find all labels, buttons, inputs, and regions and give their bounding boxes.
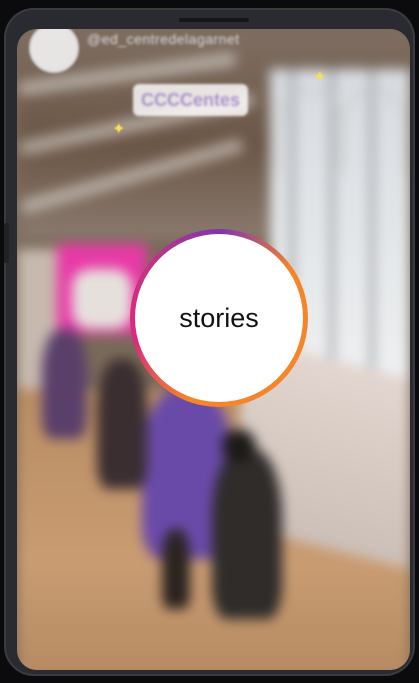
stories-ring[interactable]: stories xyxy=(130,229,308,407)
window-arch xyxy=(275,89,343,173)
person-legs xyxy=(162,529,190,609)
story-screen: @ed_centredelagarnet CCCCentes ✦ ✦ stori… xyxy=(17,29,410,670)
phone-side-button xyxy=(4,223,9,263)
mention-tag[interactable]: CCCCentes xyxy=(133,84,249,116)
avatar-icon[interactable] xyxy=(29,29,79,73)
story-header: @ed_centredelagarnet xyxy=(17,29,410,77)
sparkle-icon: ✦ xyxy=(112,121,126,138)
stories-ring-gap: stories xyxy=(135,234,303,402)
background-person xyxy=(97,359,147,489)
phone-notch xyxy=(179,18,249,22)
background-person xyxy=(42,329,87,439)
username-label[interactable]: @ed_centredelagarnet xyxy=(87,31,240,47)
phone-frame: @ed_centredelagarnet CCCCentes ✦ ✦ stori… xyxy=(4,8,415,676)
child-dark-coat xyxy=(212,449,282,619)
stories-button[interactable]: stories xyxy=(138,237,300,399)
sparkle-icon: ✦ xyxy=(313,69,327,86)
window-arch xyxy=(340,89,408,173)
child-head xyxy=(222,429,256,463)
raised-arm xyxy=(72,269,132,329)
